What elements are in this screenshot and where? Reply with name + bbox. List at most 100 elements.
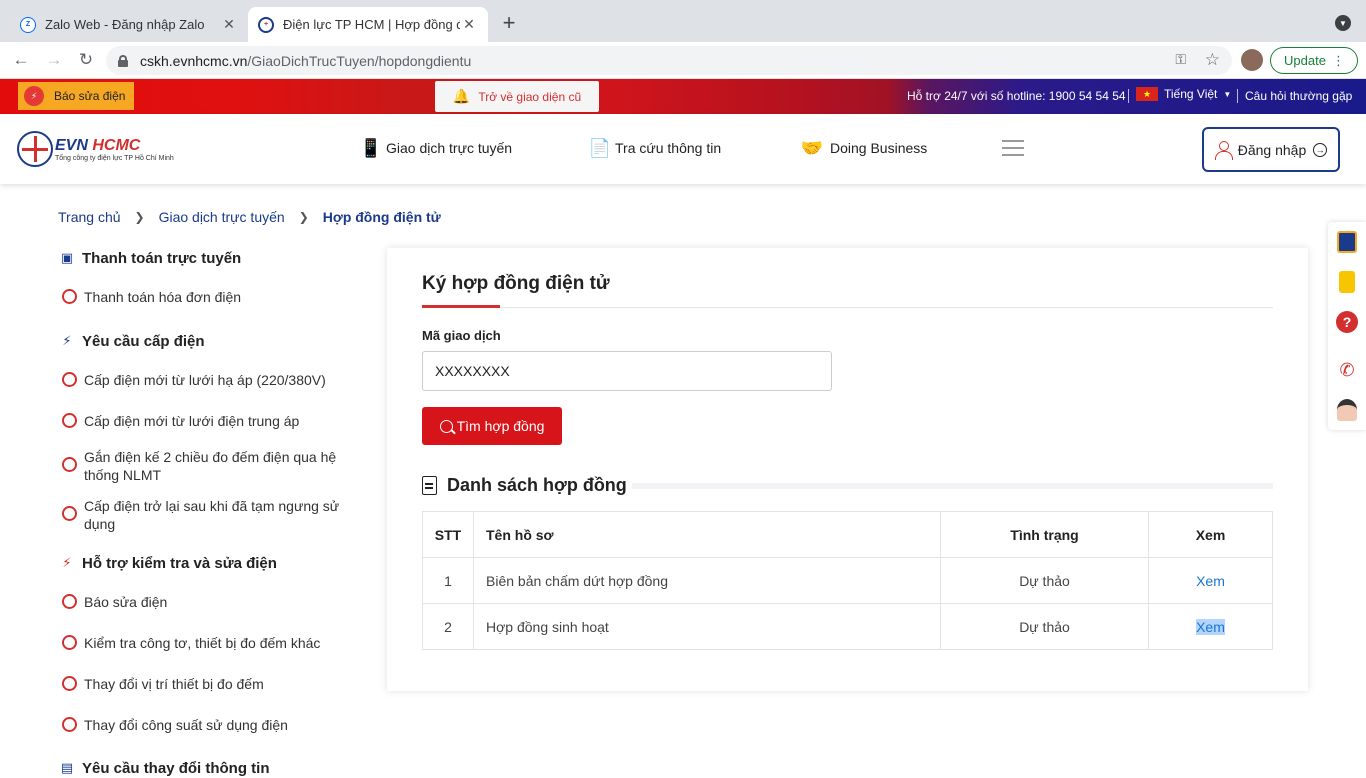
find-contract-label: Tìm hợp đồng: [456, 418, 545, 434]
col-header-view: Xem: [1148, 511, 1273, 558]
logo-hcmc: HCMC: [92, 136, 141, 154]
profile-avatar[interactable]: [1241, 49, 1263, 71]
phone-transaction-icon: 📱: [359, 137, 383, 158]
transaction-code-input[interactable]: [422, 351, 832, 391]
radio-circle-icon: [62, 289, 77, 304]
tab-title: Zalo Web - Đăng nhập Zalo: [45, 17, 205, 32]
url-host: cskh.evnhcmc.vn: [140, 52, 248, 69]
phone-support-icon[interactable]: ✆: [1328, 350, 1366, 390]
close-tab-icon[interactable]: ✕: [460, 16, 478, 34]
chevron-right-icon: ❯: [298, 210, 309, 224]
language-selector[interactable]: ★ Tiếng Việt ▼: [1136, 87, 1231, 101]
sidebar-item[interactable]: Cấp điện trở lại sau khi đã tạm ngưng sử…: [62, 497, 347, 533]
item-label: Kiểm tra công tơ, thiết bị đo đếm khác: [84, 635, 321, 651]
breadcrumb-online-transactions[interactable]: Giao dịch trực tuyến: [159, 209, 285, 225]
repair-worker-icon: ⚡: [24, 86, 44, 106]
vietnam-flag-icon: ★: [1136, 87, 1158, 101]
breadcrumb: Trang chủ ❯ Giao dịch trực tuyến ❯ Hợp đ…: [58, 209, 441, 225]
nav-online-transactions[interactable]: 📱 Giao dịch trực tuyến: [360, 134, 512, 162]
item-label: Báo sửa điện: [84, 594, 168, 610]
sidebar-section-repair: ⚡ Hỗ trợ kiểm tra và sửa điện: [58, 553, 277, 573]
tab-title: Điện lực TP HCM | Hợp đồng điện tử: [283, 17, 460, 32]
back-icon[interactable]: ←: [11, 50, 31, 70]
divider: [1237, 89, 1238, 103]
sidebar-item[interactable]: Cấp điện mới từ lưới hạ áp (220/380V): [62, 371, 326, 389]
tab-search-icon[interactable]: ▼: [1335, 15, 1351, 31]
list-title: Danh sách hợp đồng: [447, 475, 627, 495]
report-repair-button[interactable]: ⚡ Báo sửa điện: [18, 82, 134, 110]
sidebar-section-payment: ▣ Thanh toán trực tuyến: [58, 248, 241, 268]
nav-lookup-info[interactable]: 📄 Tra cứu thông tin: [589, 134, 721, 162]
help-question-icon[interactable]: ?: [1328, 302, 1366, 342]
bill-icon[interactable]: [1328, 262, 1366, 302]
forward-icon[interactable]: →: [44, 50, 64, 70]
item-label: Cấp điện mới từ lưới hạ áp (220/380V): [84, 372, 326, 388]
url-path: /GiaoDichTrucTuyen/hopdongdientu: [247, 52, 472, 69]
radio-circle-icon: [62, 717, 77, 732]
faq-link[interactable]: Câu hỏi thường gặp: [1245, 89, 1352, 103]
update-button[interactable]: Update ⋮: [1270, 47, 1358, 74]
calculator-icon[interactable]: [1328, 222, 1366, 262]
bookmark-star-icon[interactable]: ☆: [1205, 50, 1220, 70]
old-ui-label: Trở về giao diện cũ: [478, 89, 582, 104]
section-title: Yêu cầu cấp điện: [82, 332, 205, 350]
table-header-row: STT Tên hồ sơ Tình trạng Xem: [422, 511, 1273, 558]
browser-tab-zalo[interactable]: Z Zalo Web - Đăng nhập Zalo ✕: [10, 7, 248, 42]
search-icon: [439, 419, 453, 433]
item-label: Cấp điện mới từ lưới điện trung áp: [84, 413, 300, 429]
close-tab-icon[interactable]: ✕: [220, 16, 238, 34]
sidebar-item[interactable]: Thanh toán hóa đơn điện: [62, 288, 241, 306]
view-cell: Xem: [1148, 557, 1273, 604]
document-icon: ▤: [60, 760, 74, 775]
col-header-name: Tên hồ sơ: [473, 511, 941, 558]
evn-logo-icon: [17, 131, 53, 167]
breadcrumb-home[interactable]: Trang chủ: [58, 209, 121, 225]
login-button[interactable]: Đăng nhập →: [1202, 127, 1340, 172]
evn-favicon-icon: +: [258, 16, 274, 33]
sidebar-item[interactable]: Kiểm tra công tơ, thiết bị đo đếm khác: [62, 634, 320, 652]
sidebar-item[interactable]: Thay đổi vị trí thiết bị đo đếm: [62, 675, 264, 693]
find-contract-button[interactable]: Tìm hợp đồng: [422, 407, 562, 445]
radio-circle-icon: [62, 594, 77, 609]
item-label: Thay đổi công suất sử dụng điện: [84, 717, 288, 733]
hamburger-menu-icon[interactable]: [1002, 140, 1024, 156]
radio-circle-icon: [62, 413, 77, 428]
repair-lightning-icon: ⚡: [62, 555, 72, 570]
support-agent-icon[interactable]: [1328, 390, 1366, 430]
view-link[interactable]: Xem: [1196, 573, 1225, 589]
address-bar[interactable]: cskh.evnhcmc.vn/GiaoDichTrucTuyen/hopdon…: [106, 46, 1232, 75]
browser-toolbar: ← → ↻ cskh.evnhcmc.vn/GiaoDichTrucTuyen/…: [0, 42, 1366, 79]
floating-toolbar: ? ✆: [1328, 222, 1366, 430]
item-label: Cấp điện trở lại sau khi đã tạm ngưng sử…: [84, 498, 340, 532]
radio-circle-icon: [62, 457, 77, 472]
handshake-icon: 🤝: [800, 137, 824, 158]
divider: [422, 307, 1273, 308]
reload-icon[interactable]: ↻: [76, 50, 96, 70]
report-label: Báo sửa điện: [54, 89, 126, 103]
old-ui-button[interactable]: 🔔 Trở về giao diện cũ: [435, 81, 599, 112]
lightning-plus-icon: ⚡: [62, 333, 72, 348]
section-title: Hỗ trợ kiểm tra và sửa điện: [82, 554, 277, 572]
sidebar-item[interactable]: Thay đổi công suất sử dụng điện: [62, 716, 288, 734]
sidebar-item[interactable]: Gắn điện kế 2 chiều đo đếm điện qua hệ t…: [62, 448, 347, 484]
title-underline: [422, 305, 500, 308]
cell-status: Dự thảo: [940, 557, 1149, 604]
logo-subtitle: Tổng công ty điện lực TP Hồ Chí Minh: [55, 154, 174, 162]
nav-label: Tra cứu thông tin: [615, 140, 722, 156]
heading-rule: [632, 483, 1273, 489]
hotline-text: Hỗ trợ 24/7 với số hotline: 1900 54 54 5…: [907, 89, 1126, 103]
document-search-icon: 📄: [588, 137, 612, 158]
evn-logo[interactable]: EVN HCMC Tổng công ty điện lực TP Hồ Chí…: [17, 131, 174, 167]
update-label: Update: [1284, 53, 1326, 68]
sidebar-item[interactable]: Báo sửa điện: [62, 593, 167, 611]
nav-label: Doing Business: [830, 140, 928, 156]
sidebar-item[interactable]: Cấp điện mới từ lưới điện trung áp: [62, 412, 299, 430]
new-tab-icon[interactable]: +: [498, 12, 520, 34]
contract-card: Ký hợp đồng điện tử Mã giao dịch Tìm hợp…: [387, 248, 1308, 691]
site-header: EVN HCMC Tổng công ty điện lực TP Hồ Chí…: [0, 114, 1366, 184]
key-icon[interactable]: ⚿: [1175, 51, 1186, 68]
cell-status: Dự thảo: [940, 603, 1149, 650]
view-link[interactable]: Xem: [1196, 618, 1225, 635]
browser-tab-evn[interactable]: + Điện lực TP HCM | Hợp đồng điện tử ✕: [248, 7, 488, 42]
nav-doing-business[interactable]: 🤝 Doing Business: [798, 134, 928, 162]
